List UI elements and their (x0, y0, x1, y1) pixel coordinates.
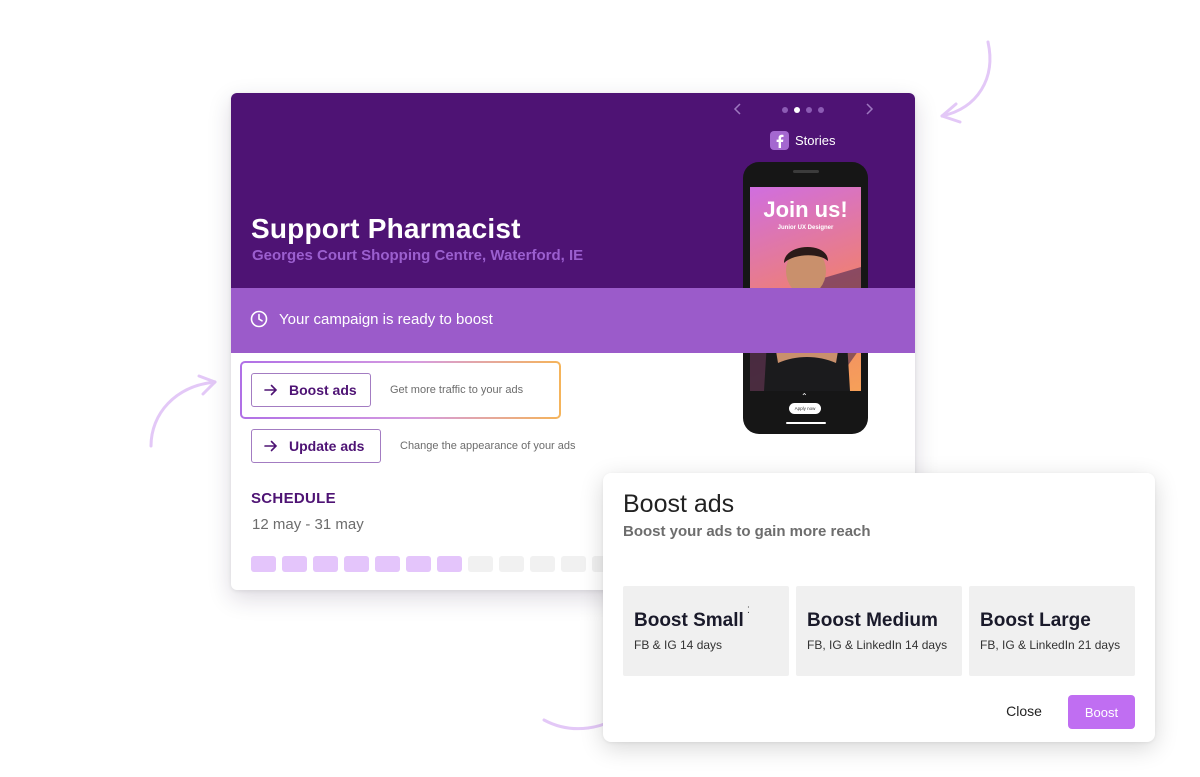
phone-home-indicator (786, 422, 826, 424)
ad-subheadline: Junior UX Designer (777, 225, 834, 231)
platform-label: Stories (795, 133, 836, 148)
boost-option-description: FB, IG & LinkedIn 21 days (980, 638, 1121, 652)
schedule-date-range: 12 may - 31 may (252, 516, 364, 533)
cursor-mark-icon: ⁚ (747, 605, 750, 615)
boost-option-description: FB & IG 14 days (634, 638, 723, 652)
carousel-dot[interactable] (806, 107, 812, 113)
arrow-right-icon (264, 384, 278, 396)
carousel-dot[interactable] (794, 107, 800, 113)
campaign-header: Support Pharmacist Georges Court Shoppin… (231, 93, 915, 434)
clock-icon (250, 310, 268, 328)
update-ads-description: Change the appearance of your ads (400, 440, 576, 452)
carousel-next-icon[interactable] (864, 102, 874, 116)
update-ads-button[interactable]: Update ads (251, 429, 381, 463)
schedule-day-inactive[interactable] (561, 556, 586, 572)
carousel-dot[interactable] (818, 107, 824, 113)
ad-headline: Join us! (763, 197, 848, 222)
boost-option-large[interactable]: Boost Large FB, IG & LinkedIn 21 days (969, 586, 1135, 676)
decorative-arrow-left-icon (149, 374, 217, 448)
carousel-dots (782, 107, 824, 113)
boost-ads-description: Get more traffic to your ads (390, 384, 524, 396)
schedule-day-inactive[interactable] (468, 556, 493, 572)
job-location: Georges Court Shopping Centre, Waterford… (252, 247, 584, 264)
schedule-day-inactive[interactable] (499, 556, 524, 572)
schedule-day-active[interactable] (251, 556, 276, 572)
boost-option-name: Boost Large (980, 610, 1091, 631)
boost-ads-dialog: Boost ads Boost your ads to gain more re… (603, 473, 1155, 742)
schedule-day-active[interactable] (344, 556, 369, 572)
boost-option-name: Boost Medium (807, 610, 938, 631)
boost-option-small[interactable]: Boost Small FB & IG 14 days ⁚ (623, 586, 789, 676)
boost-option-medium[interactable]: Boost Medium FB, IG & LinkedIn 14 days (796, 586, 962, 676)
schedule-day-active[interactable] (313, 556, 338, 572)
schedule-title: SCHEDULE (251, 490, 336, 507)
boost-button[interactable]: Boost (1068, 695, 1135, 729)
decorative-arrow-top-right-icon (940, 40, 992, 124)
dialog-subtitle: Boost your ads to gain more reach (623, 523, 871, 540)
boost-ads-button[interactable]: Boost ads (251, 373, 371, 407)
schedule-day-active[interactable] (282, 556, 307, 572)
carousel-dot[interactable] (782, 107, 788, 113)
schedule-day-inactive[interactable] (530, 556, 555, 572)
schedule-day-active[interactable] (406, 556, 431, 572)
close-button[interactable]: Close (995, 700, 1053, 722)
arrow-right-icon (264, 440, 278, 452)
carousel-prev-icon[interactable] (733, 102, 743, 116)
boost-option-description: FB, IG & LinkedIn 14 days (807, 638, 948, 652)
boost-ads-label: Boost ads (289, 382, 357, 398)
schedule-day-active[interactable] (437, 556, 462, 572)
campaign-status-text: Your campaign is ready to boost (279, 311, 493, 328)
swipe-up-chevron-icon: ⌃ (801, 392, 808, 401)
phone-notch (793, 170, 819, 173)
update-ads-label: Update ads (289, 438, 365, 454)
job-title: Support Pharmacist (251, 213, 521, 244)
boost-option-name: Boost Small (634, 610, 744, 631)
campaign-status-banner: Your campaign is ready to boost (231, 288, 915, 353)
platform-label-row: Stories (770, 131, 835, 150)
ad-apply-button: Apply now (789, 403, 821, 414)
facebook-icon (770, 131, 789, 150)
schedule-day-active[interactable] (375, 556, 400, 572)
dialog-title: Boost ads (623, 490, 735, 518)
schedule-day-bar (251, 556, 617, 572)
